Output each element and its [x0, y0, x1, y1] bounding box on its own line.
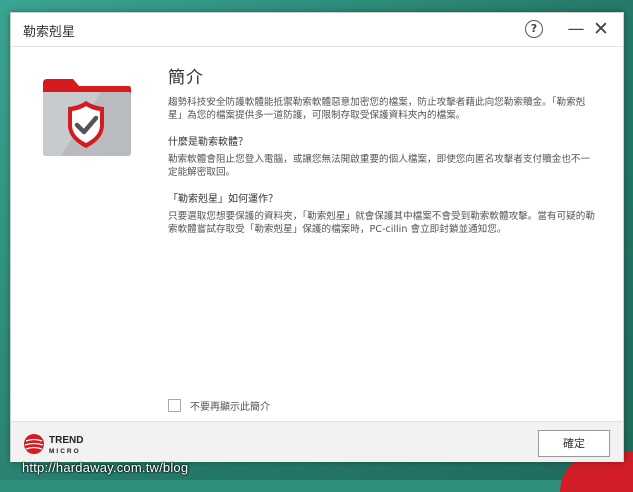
brand-top: TREND: [49, 435, 83, 446]
help-icon[interactable]: ?: [525, 20, 543, 38]
protected-folder-icon: [43, 79, 131, 156]
watermark-url: http://hardaway.com.tw/blog: [22, 460, 189, 475]
page-title: 簡介: [168, 68, 204, 88]
how-it-works-text: 只要選取您想要保護的資料夾，「勒索剋星」就會保護其中檔案不會受到勒索軟體攻擊。當…: [168, 211, 595, 235]
what-is-ransomware-text: 勒索軟體會阻止您登入電腦，或讓您無法開啟重要的個人檔案，即使您向匿名攻擊者支付贖…: [168, 154, 591, 178]
intro-content: 簡介 趨勢科技安全防護軟體能抵禦勒索軟體惡意加密您的檔案，防止攻擊者藉此向您勒索…: [168, 63, 598, 236]
minimize-icon[interactable]: —: [566, 19, 586, 39]
dialog-footer: TREND MICRO 確定: [11, 421, 623, 462]
window-title: 勒索剋星: [23, 25, 76, 40]
close-icon[interactable]: ✕: [591, 19, 611, 39]
dont-show-checkbox[interactable]: [168, 399, 181, 412]
title-bar: 勒索剋星 ? — ✕: [11, 13, 623, 47]
trend-micro-logo: TREND MICRO: [24, 434, 83, 455]
what-is-ransomware-heading: 什麼是勒索軟體？: [168, 137, 248, 148]
ok-button[interactable]: 確定: [538, 430, 610, 457]
ransomware-protection-dialog: 勒索剋星 ? — ✕ 簡介 趨勢科技安全防護軟體能抵禦勒索軟體惡意加密您的檔案，…: [10, 12, 624, 462]
how-it-works-heading: 「勒索剋星」如何運作？: [168, 194, 278, 205]
brand-bottom: MICRO: [49, 448, 81, 455]
dont-show-label[interactable]: 不要再顯示此簡介: [190, 398, 270, 413]
intro-text: 趨勢科技安全防護軟體能抵禦勒索軟體惡意加密您的檔案，防止攻擊者藉此向您勒索贖金。…: [168, 97, 586, 121]
